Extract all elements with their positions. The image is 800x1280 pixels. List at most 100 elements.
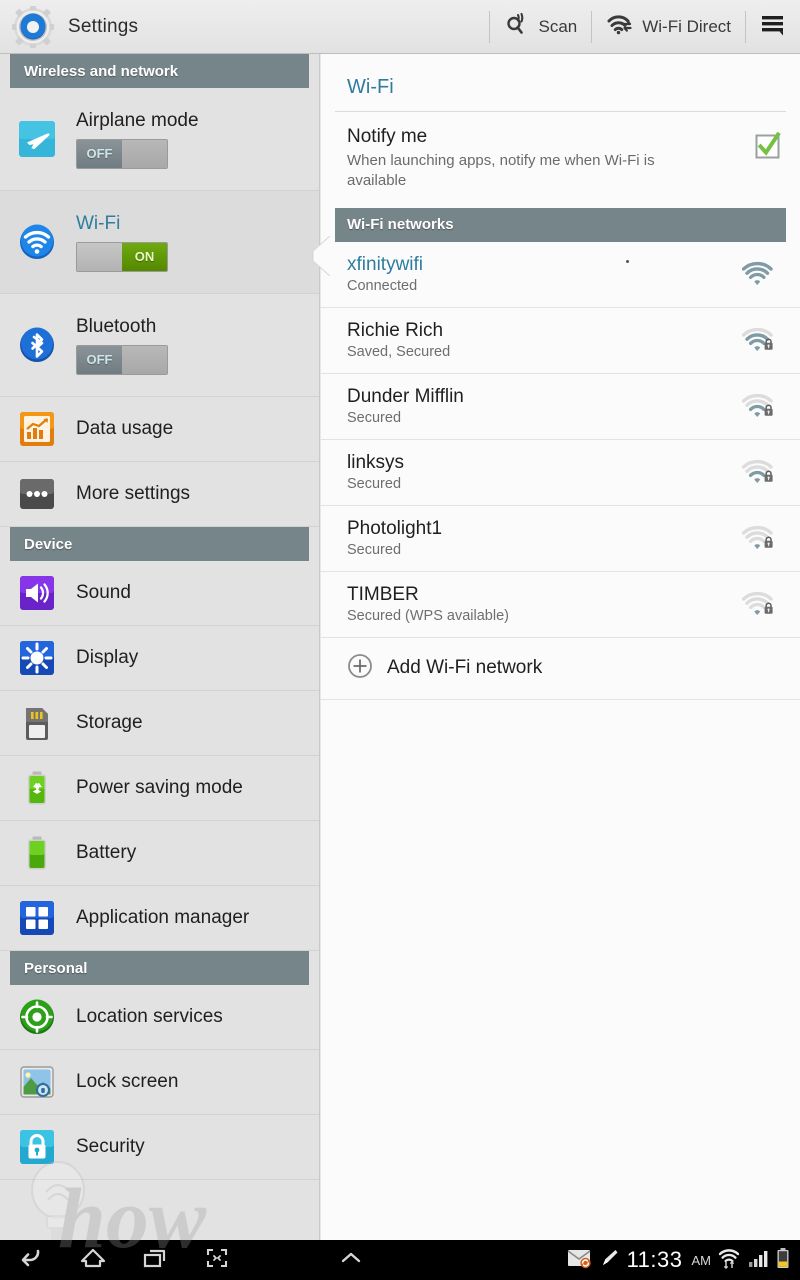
- wifi-signal-icon: [741, 327, 776, 353]
- overflow-menu-button[interactable]: [746, 0, 800, 53]
- sidebar-item-label: Location services: [76, 1006, 223, 1027]
- application-manager-icon: [18, 899, 56, 937]
- wifi-network-text: xfinitywifi Connected: [347, 254, 742, 294]
- wifi-network-name: Photolight1: [347, 518, 443, 539]
- wifi-network-text: Richie Rich Saved, Secured: [347, 320, 742, 360]
- stylus-pen-icon: [600, 1247, 620, 1274]
- sidebar-item-power-saving-mode[interactable]: Power saving mode: [0, 756, 319, 821]
- wifi-network-row[interactable]: Photolight1 Secured: [321, 506, 800, 572]
- battery-icon: [18, 834, 56, 872]
- wifi-direct-icon: [606, 12, 634, 41]
- storage-icon: [18, 704, 56, 742]
- chevron-up-icon: [336, 1248, 366, 1273]
- sidebar-item-label: Storage: [76, 712, 143, 733]
- sidebar-item-label: Bluetooth: [76, 315, 157, 337]
- overflow-menu-icon: [760, 12, 786, 41]
- add-wifi-network-label: Add Wi-Fi network: [387, 657, 543, 678]
- wifi-network-text: linksys Secured: [347, 452, 742, 492]
- wifi-network-name: xfinitywifi: [347, 254, 424, 275]
- wifi-signal-icon: [741, 525, 776, 551]
- wifi-network-status: Secured: [347, 476, 402, 492]
- home-button[interactable]: [62, 1245, 124, 1276]
- screen-capture-button[interactable]: [186, 1245, 248, 1276]
- sidebar-item-more-settings[interactable]: More settings: [0, 462, 319, 527]
- wifi-network-status: Secured: [347, 410, 402, 426]
- sidebar-item-storage[interactable]: Storage: [0, 691, 319, 756]
- security-lock-icon: [18, 1128, 56, 1166]
- scan-button[interactable]: Scan: [490, 0, 591, 53]
- sidebar-item-location-services[interactable]: Location services: [0, 985, 319, 1050]
- location-services-icon: [18, 998, 56, 1036]
- more-settings-icon: [18, 475, 56, 513]
- sidebar-item-label: Data usage: [76, 418, 174, 439]
- wifi-network-text: Photolight1 Secured: [347, 518, 742, 558]
- back-icon: [16, 1245, 46, 1276]
- sidebar-item-sound[interactable]: Sound: [0, 561, 319, 626]
- section-header-device: Device: [10, 527, 309, 561]
- wifi-network-name: Richie Rich: [347, 320, 444, 341]
- wifi-networks-header: Wi-Fi networks: [335, 207, 786, 242]
- toggle-track: [77, 242, 122, 271]
- sidebar-item-display[interactable]: Display: [0, 626, 319, 691]
- toggle-track: [122, 345, 167, 374]
- notify-me-checkbox[interactable]: [754, 131, 782, 160]
- wifi-direct-button[interactable]: Wi-Fi Direct: [592, 0, 745, 53]
- status-clock: 11:33: [626, 1247, 683, 1272]
- recent-apps-icon: [140, 1245, 170, 1276]
- wifi-signal-icon: [741, 393, 776, 419]
- wifi-status-icon: [718, 1247, 740, 1274]
- sidebar-item-label: Application manager: [76, 907, 250, 928]
- sidebar-item-label: More settings: [76, 483, 191, 504]
- wifi-network-text: TIMBER Secured (WPS available): [347, 584, 742, 624]
- wifi-network-row[interactable]: xfinitywifi Connected: [321, 242, 800, 308]
- airplane-mode-toggle[interactable]: OFF: [76, 138, 168, 169]
- cellular-signal-icon: [747, 1248, 769, 1273]
- airplane-icon: [18, 120, 56, 158]
- power-saving-icon: [18, 769, 56, 807]
- wifi-direct-label: Wi-Fi Direct: [642, 16, 731, 36]
- sidebar-item-airplane-mode[interactable]: Airplane mode OFF: [0, 88, 319, 191]
- expand-status-button[interactable]: [320, 1248, 382, 1273]
- wifi-signal-icon: [741, 591, 776, 617]
- sidebar-item-wifi[interactable]: Wi-Fi ON: [0, 191, 319, 294]
- display-icon: [18, 639, 56, 677]
- wifi-toggle[interactable]: ON: [76, 241, 168, 272]
- status-icons: 11:33 AM: [567, 1247, 800, 1274]
- sidebar-item-battery[interactable]: Battery: [0, 821, 319, 886]
- notify-me-row[interactable]: Notify me When launching apps, notify me…: [321, 112, 800, 208]
- toggle-state-label: ON: [122, 242, 167, 271]
- bluetooth-toggle[interactable]: OFF: [76, 344, 168, 375]
- wifi-network-row[interactable]: TIMBER Secured (WPS available): [321, 572, 800, 638]
- sidebar-item-application-manager[interactable]: Application manager: [0, 886, 319, 951]
- settings-sidebar[interactable]: Wireless and network Airplane mode OFF W…: [0, 54, 320, 1240]
- wifi-signal-icon: [741, 459, 776, 485]
- wifi-network-list[interactable]: xfinitywifi Connected Richie Rich Saved, Se…: [321, 242, 800, 638]
- sidebar-item-lock-screen[interactable]: Lock screen: [0, 1050, 319, 1115]
- toggle-state-label: OFF: [77, 139, 122, 168]
- wifi-network-row[interactable]: Dunder Mifflin Secured: [321, 374, 800, 440]
- wifi-network-row[interactable]: Richie Rich Saved, Secured: [321, 308, 800, 374]
- lock-screen-icon: [18, 1063, 56, 1101]
- wifi-network-status: Saved, Secured: [347, 344, 451, 360]
- sidebar-item-bluetooth[interactable]: Bluetooth OFF: [0, 294, 319, 397]
- sidebar-item-label: Power saving mode: [76, 777, 243, 798]
- data-usage-icon: [18, 410, 56, 448]
- toggle-state-label: OFF: [77, 345, 122, 374]
- recent-apps-button[interactable]: [124, 1245, 186, 1276]
- section-header-wireless: Wireless and network: [10, 54, 309, 88]
- wifi-detail-panel: Wi-Fi Notify me When launching apps, not…: [321, 54, 800, 1240]
- scan-label: Scan: [538, 16, 578, 36]
- wifi-network-text: Dunder Mifflin Secured: [347, 386, 742, 426]
- back-button[interactable]: [0, 1245, 62, 1276]
- add-wifi-network-row[interactable]: Add Wi-Fi network: [321, 638, 800, 700]
- sound-icon: [18, 574, 56, 612]
- plus-circle-icon: [347, 653, 373, 684]
- screen-capture-icon: [203, 1245, 231, 1276]
- wifi-network-row[interactable]: linksys Secured: [321, 440, 800, 506]
- sidebar-item-security[interactable]: Security: [0, 1115, 319, 1180]
- selected-item-pointer: [312, 235, 331, 277]
- sidebar-item-label: Airplane mode: [76, 109, 199, 131]
- wifi-signal-icon: [741, 261, 776, 287]
- wifi-network-status: Secured: [347, 542, 402, 558]
- sidebar-item-data-usage[interactable]: Data usage: [0, 397, 319, 462]
